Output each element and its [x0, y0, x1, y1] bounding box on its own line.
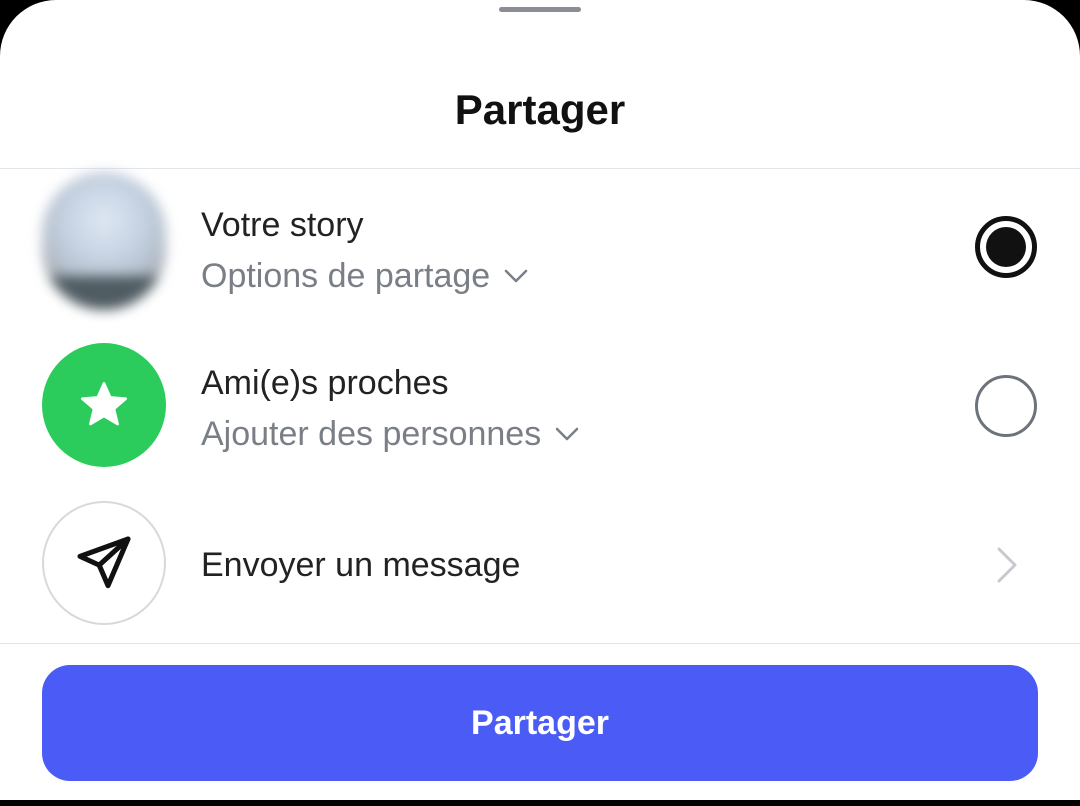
option-title: Ami(e)s proches — [201, 364, 449, 402]
add-people-dropdown[interactable]: Ajouter des personnes — [201, 412, 579, 456]
sharing-options-dropdown[interactable]: Options de partage — [201, 254, 528, 298]
option-send-message[interactable]: Envoyer un message — [0, 500, 1080, 630]
option-close-friends[interactable]: Ami(e)s proches Ajouter des personnes — [0, 340, 1080, 480]
sheet-title: Partager — [454, 86, 626, 133]
send-avatar — [42, 501, 166, 625]
chevron-down-icon — [555, 427, 579, 441]
radio-selected-dot — [986, 227, 1026, 267]
radio-close-friends[interactable] — [975, 375, 1037, 437]
footer-divider — [0, 643, 1080, 644]
share-sheet: Partager Votre story Options de partage … — [0, 0, 1080, 800]
option-title: Votre story — [201, 206, 364, 244]
radio-your-story[interactable] — [975, 216, 1037, 278]
option-your-story[interactable]: Votre story Options de partage — [0, 170, 1080, 330]
header-divider — [0, 168, 1080, 169]
close-friends-avatar — [42, 343, 166, 467]
chevron-right-icon — [997, 547, 1017, 583]
drag-handle[interactable] — [499, 7, 581, 12]
avatar — [42, 172, 166, 310]
option-subtitle: Ajouter des personnes — [201, 415, 542, 453]
send-icon — [77, 536, 131, 589]
option-title: Envoyer un message — [201, 546, 521, 584]
star-icon — [81, 382, 127, 426]
option-subtitle: Options de partage — [201, 257, 491, 295]
share-button[interactable]: Partager — [42, 665, 1038, 781]
chevron-down-icon — [504, 269, 528, 283]
